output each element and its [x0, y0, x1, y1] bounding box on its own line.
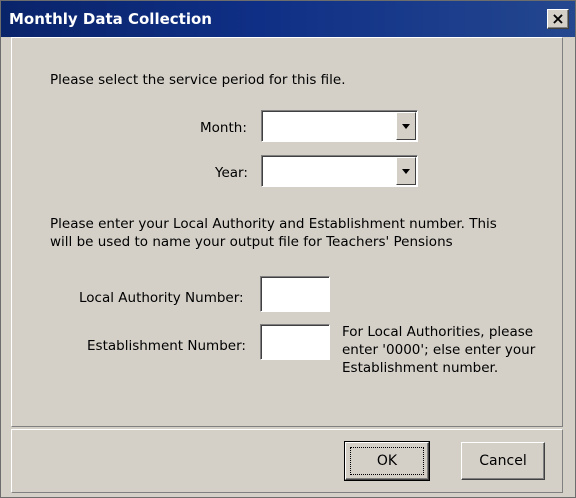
focus-rectangle: [350, 447, 424, 475]
window-title: Monthly Data Collection: [9, 10, 212, 28]
establishment-number-input[interactable]: [260, 324, 330, 360]
close-icon: ×: [551, 9, 565, 28]
title-bar[interactable]: Monthly Data Collection ×: [1, 1, 575, 37]
close-button[interactable]: ×: [547, 9, 569, 29]
intro-text: Please select the service period for thi…: [50, 72, 346, 88]
note-line-3: Establishment number.: [342, 360, 499, 376]
form-panel: Please select the service period for thi…: [11, 37, 563, 427]
la-number-input[interactable]: [260, 276, 330, 312]
cancel-button[interactable]: Cancel: [461, 442, 545, 480]
month-label: Month:: [200, 120, 247, 136]
note-line-2: enter '0000'; else enter your: [342, 342, 536, 358]
year-select[interactable]: [261, 155, 418, 187]
note-line-1: For Local Authorities, please: [342, 324, 534, 340]
year-dropdown-button[interactable]: [396, 157, 416, 185]
month-select[interactable]: [261, 110, 418, 142]
dialog-window: Monthly Data Collection × Please select …: [0, 0, 576, 498]
instructions-line-1: Please enter your Local Authority and Es…: [50, 216, 497, 232]
year-label: Year:: [215, 165, 248, 181]
month-dropdown-button[interactable]: [396, 112, 416, 140]
la-number-label: Local Authority Number:: [79, 290, 244, 306]
instructions-line-2: will be used to name your output file fo…: [50, 234, 453, 250]
establishment-number-label: Establishment Number:: [87, 338, 246, 354]
ok-button[interactable]: OK: [344, 441, 430, 481]
button-panel: OK Cancel: [11, 429, 563, 493]
chevron-down-icon: [402, 123, 410, 129]
cancel-button-label: Cancel: [479, 453, 527, 469]
chevron-down-icon: [402, 168, 410, 174]
